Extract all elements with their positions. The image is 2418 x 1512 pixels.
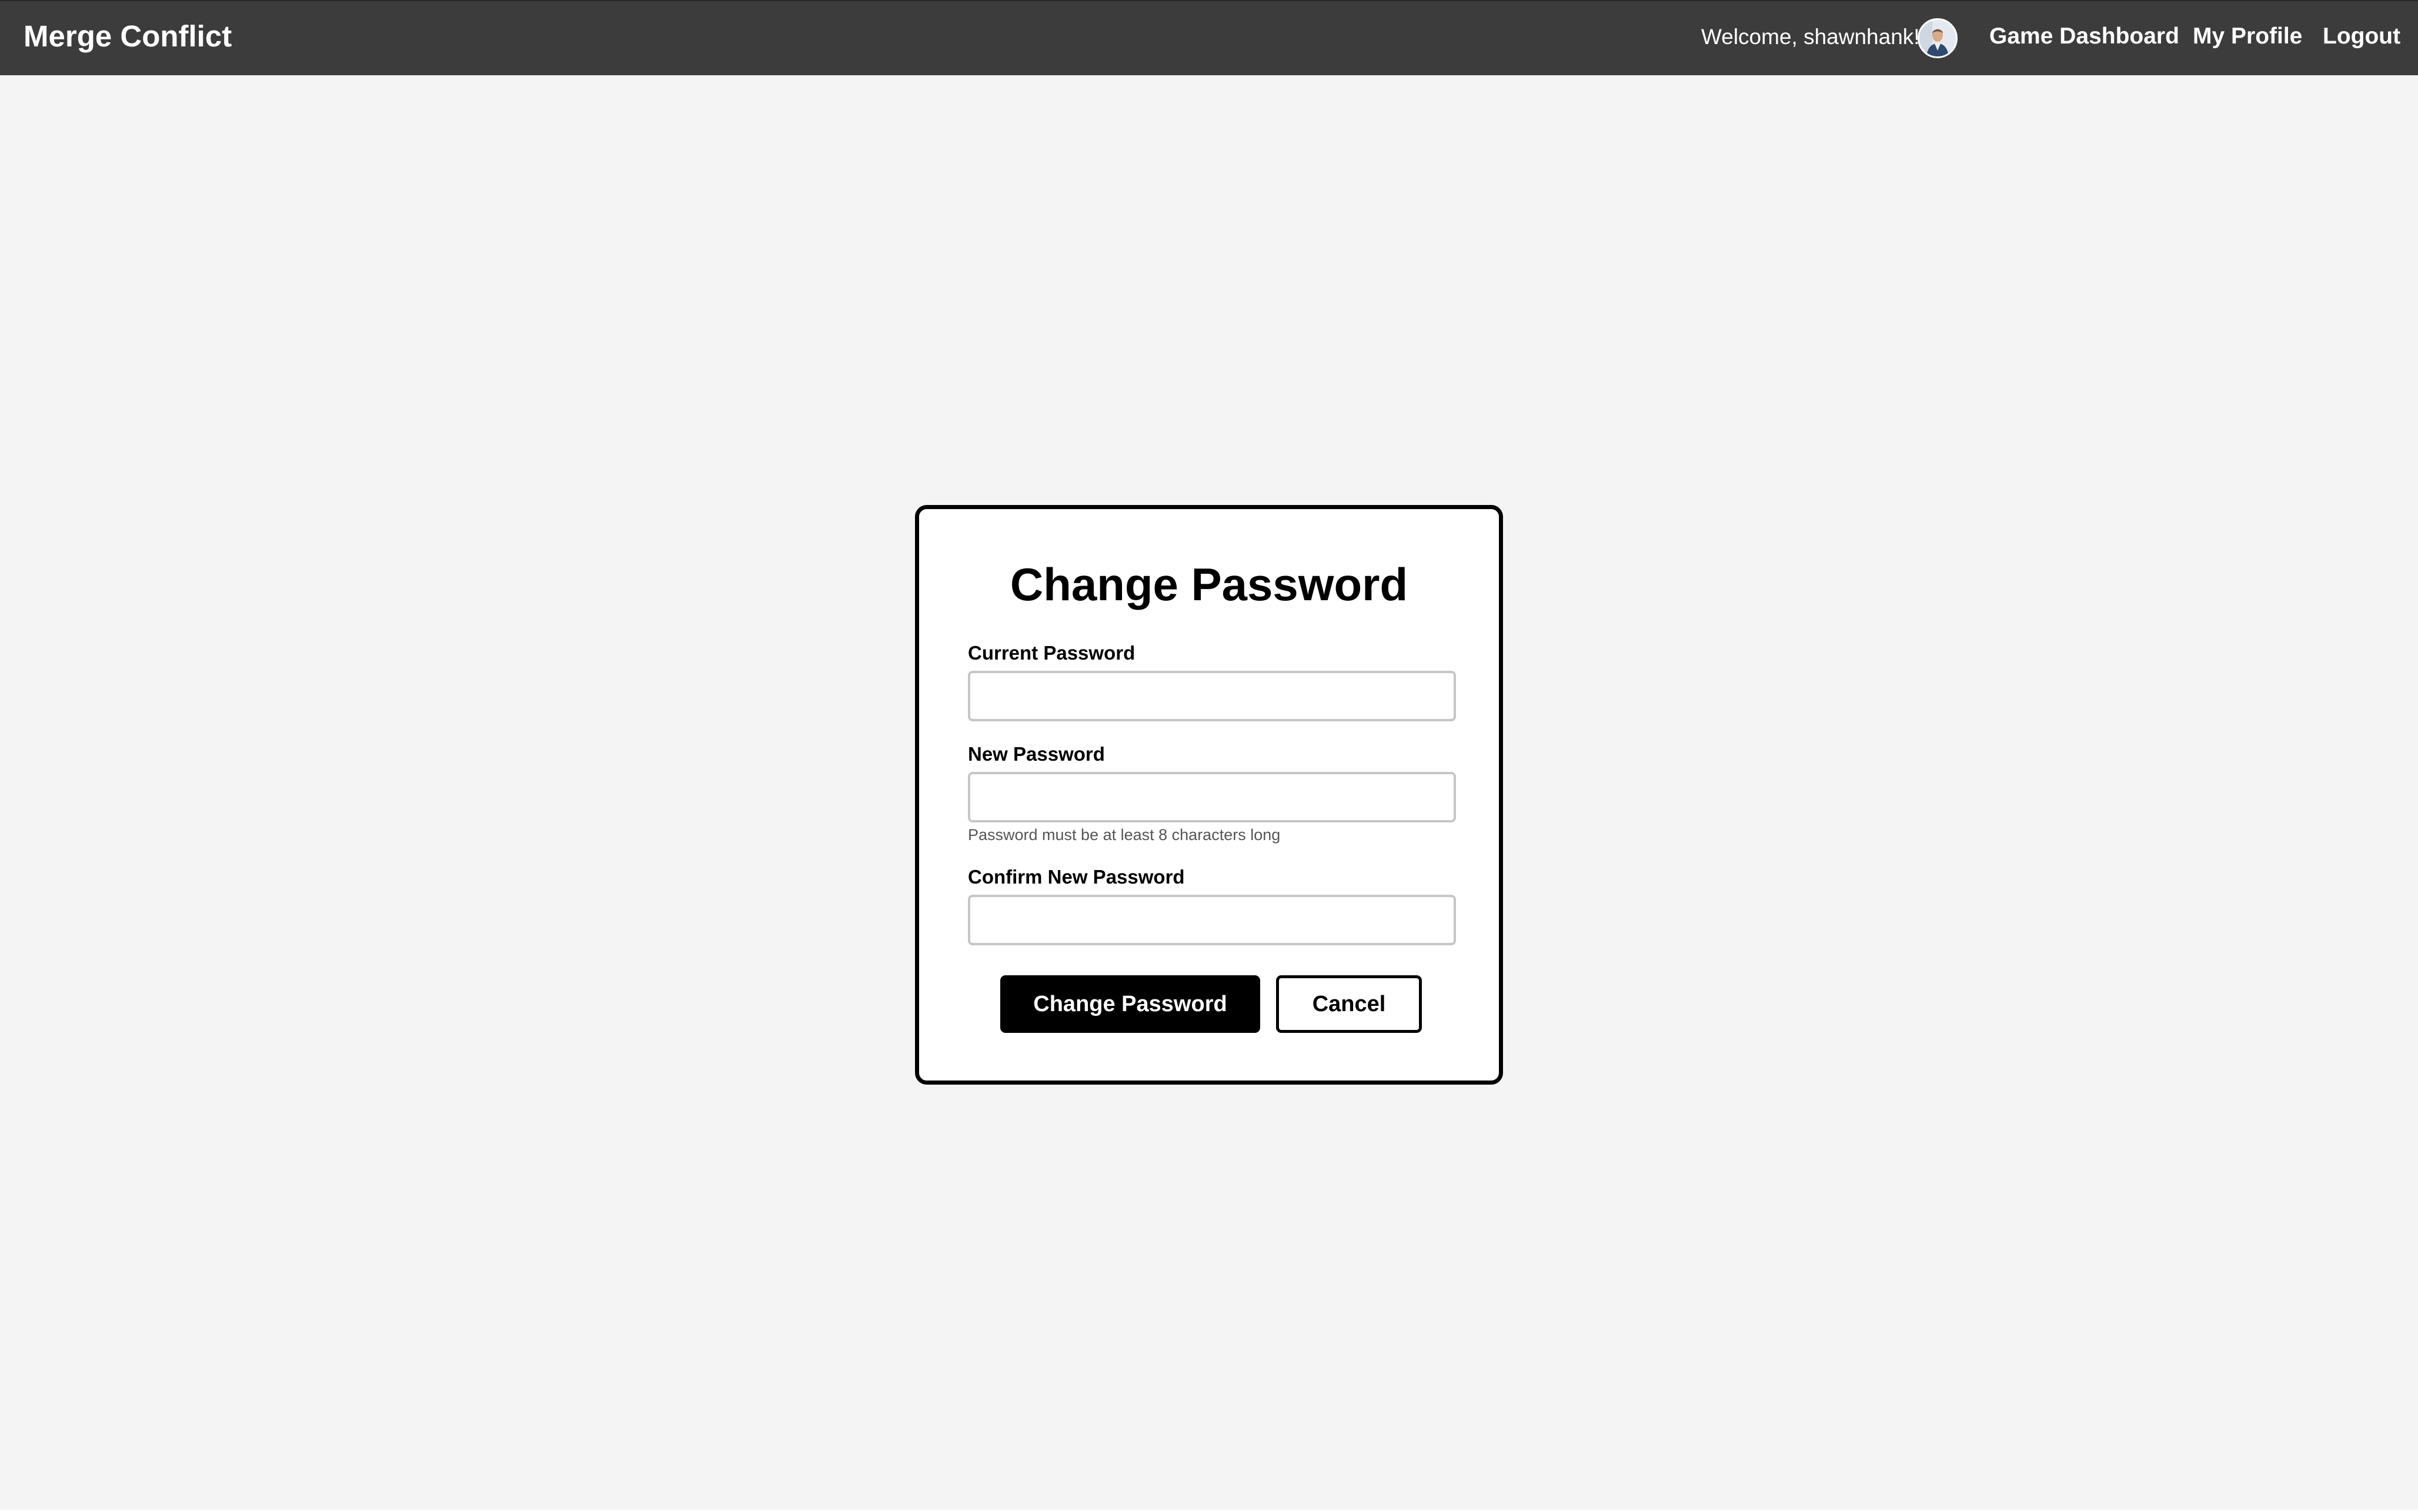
- welcome-message: Welcome, shawnhank!: [1701, 25, 1920, 49]
- current-password-input[interactable]: [968, 671, 1456, 721]
- change-password-card: Change Password Current Password New Pas…: [915, 505, 1503, 1085]
- confirm-password-input[interactable]: [968, 895, 1456, 945]
- nav-link-my-profile[interactable]: My Profile: [2193, 22, 2302, 51]
- password-length-hint: Password must be at least 8 characters l…: [968, 826, 1281, 844]
- page-title: Change Password: [1010, 558, 1408, 610]
- change-password-button[interactable]: Change Password: [1000, 975, 1260, 1033]
- cancel-button[interactable]: Cancel: [1276, 975, 1422, 1033]
- nav-link-logout[interactable]: Logout: [2323, 22, 2400, 51]
- new-password-input[interactable]: [968, 772, 1456, 822]
- top-navbar: Merge Conflict Welcome, shawnhank! Game …: [0, 0, 2418, 75]
- brand-logo-text[interactable]: Merge Conflict: [24, 19, 232, 54]
- nav-link-game-dashboard[interactable]: Game Dashboard: [1989, 22, 2179, 51]
- user-avatar-icon: [1919, 20, 1956, 56]
- confirm-password-label: Confirm New Password: [968, 866, 1185, 888]
- user-avatar[interactable]: [1918, 18, 1958, 58]
- new-password-label: New Password: [968, 743, 1105, 765]
- page-bottom-edge: [0, 1510, 2418, 1512]
- current-password-label: Current Password: [968, 642, 1135, 664]
